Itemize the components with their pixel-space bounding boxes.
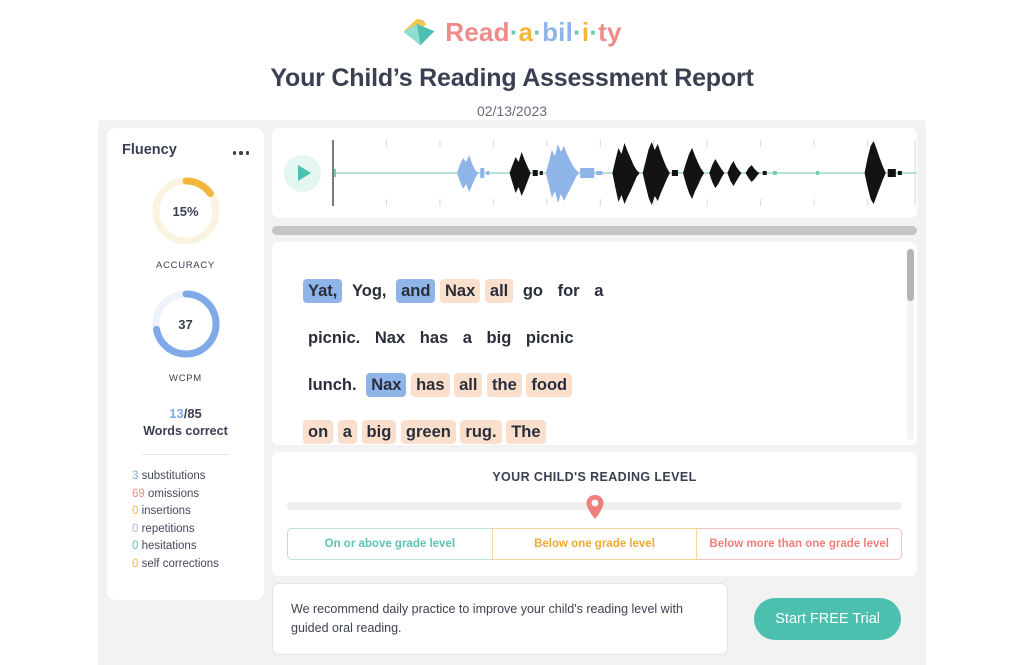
- location-pin-icon: [586, 495, 603, 519]
- error-stat-label: hesitations: [138, 540, 197, 553]
- passage-word[interactable]: on: [303, 420, 334, 444]
- passage-word[interactable]: Nax: [370, 326, 410, 350]
- error-stat-substitutions: 3 substitutions: [132, 468, 264, 486]
- fluency-header: Fluency: [107, 128, 264, 158]
- passage-word[interactable]: the: [487, 373, 522, 397]
- brand-name-part-4: bil: [542, 17, 574, 47]
- passage-line: Yat, Yog, and Nax all go for a: [303, 268, 842, 315]
- passage-word[interactable]: a: [589, 279, 608, 303]
- error-stat-hesitations: 0 hesitations: [132, 538, 264, 556]
- wcpm-gauge: 37: [149, 287, 223, 361]
- passage-word[interactable]: rug.: [460, 420, 502, 444]
- passage-word[interactable]: for: [553, 279, 585, 303]
- error-stat-label: substitutions: [138, 470, 206, 482]
- brand-name-part-8: ty: [598, 17, 622, 47]
- passage-word[interactable]: go: [518, 279, 548, 303]
- passage-word[interactable]: big: [482, 326, 517, 350]
- error-stat-insertions: 0 insertions: [132, 503, 264, 521]
- words-correct-count: 13: [169, 406, 184, 421]
- error-stat-label: repetitions: [138, 522, 195, 535]
- reading-level-title: YOUR CHILD'S READING LEVEL: [492, 470, 697, 484]
- fluency-card: Fluency 15% ACCURACY 37 WCPM 13/85 Words…: [107, 128, 264, 600]
- reading-level-option-0[interactable]: On or above grade level: [287, 528, 492, 560]
- report-page: Read·a·bil·i·ty Your Child’s Reading Ass…: [0, 0, 1024, 665]
- waveform[interactable]: [332, 140, 917, 206]
- passage-text: Yat, Yog, and Nax all go for a picnic. Na…: [272, 242, 872, 445]
- brand-name-part-1: ·: [509, 17, 519, 47]
- words-correct-ratio: 13/85: [107, 406, 264, 421]
- reading-level-card: YOUR CHILD'S READING LEVEL On or above g…: [272, 452, 917, 576]
- passage-word[interactable]: all: [484, 279, 514, 303]
- wcpm-value: 37: [178, 316, 193, 332]
- passage-word[interactable]: all: [454, 373, 483, 397]
- brand-name-part-0: Read: [445, 17, 510, 47]
- passage-word[interactable]: green: [400, 420, 456, 444]
- passage-word[interactable]: a: [337, 420, 357, 444]
- passage-word[interactable]: picnic.: [303, 326, 365, 350]
- accuracy-label: ACCURACY: [156, 260, 215, 271]
- passage-word[interactable]: food: [526, 373, 573, 397]
- passage-word[interactable]: picnic: [521, 326, 579, 350]
- error-stat-repetitions: 0 repetitions: [132, 521, 264, 539]
- report-body: Fluency 15% ACCURACY 37 WCPM 13/85 Words…: [98, 120, 926, 665]
- error-stat-count: 69: [132, 487, 145, 500]
- error-stat-label: self corrections: [138, 557, 219, 570]
- accuracy-value: 15%: [172, 203, 199, 219]
- passage-word[interactable]: and: [396, 279, 436, 303]
- passage-word[interactable]: Nax: [440, 279, 481, 303]
- passage-line: on a big green rug. The: [303, 409, 842, 445]
- report-date: 02/13/2023: [476, 103, 548, 119]
- play-button-icon[interactable]: [284, 154, 321, 192]
- reading-level-option-2[interactable]: Below more than one grade level: [697, 528, 903, 560]
- reading-level-options: On or above grade level Below one grade l…: [287, 528, 903, 560]
- passage-line: picnic. Nax has a big picnic: [303, 315, 842, 362]
- passage-word[interactable]: Yat,: [303, 279, 343, 303]
- words-correct-block: 13/85 Words correct: [107, 406, 264, 438]
- wcpm-gauge-group: 37 WCPM: [107, 271, 264, 384]
- passage-scrollbar-thumb[interactable]: [907, 249, 914, 301]
- error-stats-list: 3 substitutions 69 omissions 0 insertions 0…: [107, 455, 264, 574]
- page-title: Your Child’s Reading Assessment Report: [270, 64, 754, 92]
- error-stat-self corrections: 0 self corrections: [132, 556, 264, 574]
- brand-name-part-5: ·: [573, 17, 582, 47]
- error-stat-label: omissions: [144, 487, 200, 500]
- brand-name-part-3: ·: [533, 17, 543, 47]
- brand-name-part-7: ·: [589, 17, 599, 47]
- passage-word[interactable]: The: [506, 420, 546, 444]
- waveform-horizontal-scrollbar[interactable]: [272, 226, 917, 235]
- words-correct-total: 85: [187, 406, 202, 421]
- audio-player-card: [272, 128, 917, 218]
- accuracy-gauge-group: 15% ACCURACY: [107, 158, 264, 271]
- start-free-trial-button[interactable]: Start FREE Trial: [754, 598, 901, 640]
- playhead-icon[interactable]: [332, 140, 334, 206]
- main-column: Yat, Yog, and Nax all go for a picnic. Na…: [272, 128, 917, 655]
- brand-header: Read·a·bil·i·ty: [0, 0, 1024, 48]
- passage-word[interactable]: has: [415, 326, 453, 350]
- more-options-icon[interactable]: [232, 145, 249, 155]
- passage-word[interactable]: Yog,: [347, 279, 392, 303]
- book-logo-icon: [404, 18, 435, 46]
- brand-name: Read·a·bil·i·ty: [445, 19, 621, 45]
- passage-word[interactable]: lunch.: [303, 373, 362, 397]
- recommendation-text: We recommend daily practice to improve y…: [272, 583, 729, 655]
- passage-word[interactable]: has: [411, 373, 450, 397]
- reading-level-bar-wrap: [287, 495, 902, 520]
- error-stat-omissions: 69 omissions: [132, 486, 264, 504]
- error-stat-label: insertions: [138, 505, 191, 518]
- waveform-canvas: [332, 140, 917, 206]
- passage-line: lunch. Nax has all the food: [303, 362, 842, 409]
- words-correct-label: Words correct: [143, 424, 228, 438]
- recommendation-row: We recommend daily practice to improve y…: [272, 583, 917, 655]
- passage-word[interactable]: Nax: [366, 373, 407, 397]
- reading-level-option-1[interactable]: Below one grade level: [491, 528, 698, 560]
- brand-name-part-2: a: [518, 17, 534, 47]
- passage-word[interactable]: big: [361, 420, 397, 444]
- passage-word[interactable]: a: [458, 326, 477, 350]
- accuracy-gauge: 15%: [149, 174, 223, 248]
- fluency-title: Fluency: [122, 142, 177, 158]
- wcpm-label: WCPM: [169, 373, 202, 384]
- passage-card: Yat, Yog, and Nax all go for a picnic. Na…: [272, 242, 917, 445]
